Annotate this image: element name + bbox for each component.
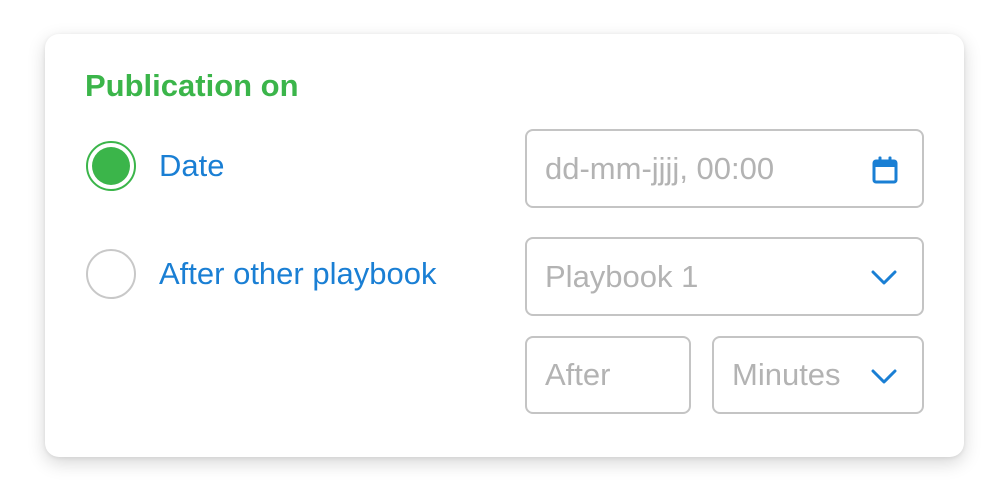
radio-option-after-playbook[interactable]: After other playbook [86,249,436,299]
after-amount-text[interactable] [545,357,675,393]
chevron-down-icon[interactable] [870,265,898,291]
playbook-select[interactable]: Playbook 1 [525,237,924,316]
date-time-input[interactable] [525,129,924,208]
time-unit-select-value: Minutes [732,357,841,392]
after-playbook-radio-label[interactable]: After other playbook [159,256,436,292]
radio-selected-dot [92,147,130,185]
after-playbook-radio[interactable] [86,249,136,299]
section-title: Publication on [85,68,299,103]
publication-card: Publication on Date After other playbook… [45,34,964,457]
calendar-icon[interactable] [870,155,900,185]
date-radio-label[interactable]: Date [159,148,224,184]
date-radio[interactable] [86,141,136,191]
chevron-down-icon[interactable] [870,364,898,390]
after-amount-input[interactable] [525,336,691,414]
time-unit-select[interactable]: Minutes [712,336,924,414]
radio-option-date[interactable]: Date [86,141,224,191]
playbook-select-value: Playbook 1 [545,258,699,294]
date-time-text[interactable] [545,150,845,187]
